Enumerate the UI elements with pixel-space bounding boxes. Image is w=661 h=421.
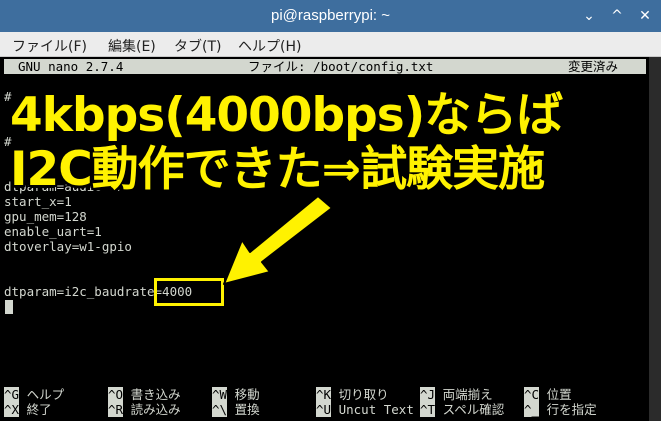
annotation-arrow-icon: [223, 195, 333, 285]
